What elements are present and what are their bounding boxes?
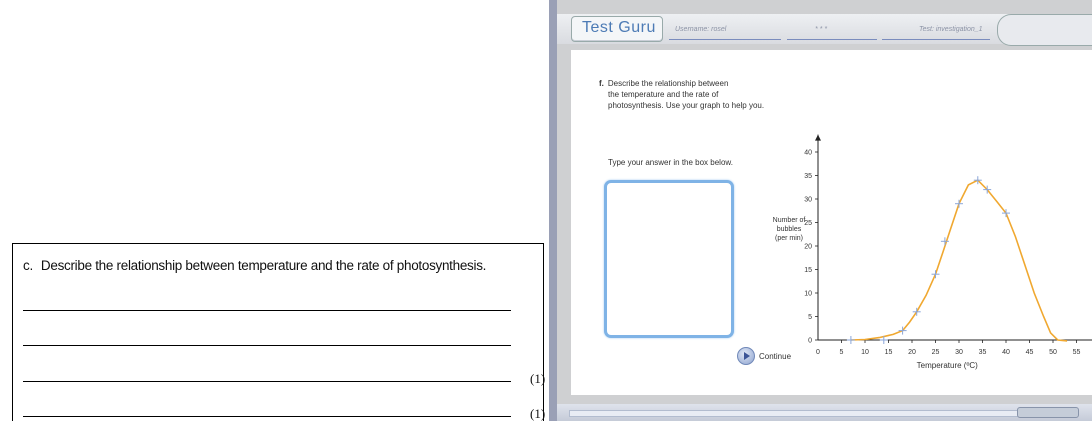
x-tick-label: 10 [861, 349, 869, 356]
username-underline [669, 39, 781, 40]
y-tick-label: 25 [804, 220, 812, 227]
header-underline [787, 39, 877, 40]
scrollbar-thumb[interactable] [1017, 407, 1079, 418]
answer-line [23, 381, 511, 382]
worksheet-question: c. Describe the relationship between temp… [23, 258, 486, 273]
y-axis-arrow [815, 134, 821, 141]
y-axis-label: Number of bubbles (per min) [773, 217, 806, 242]
y-tick-label: 35 [804, 173, 812, 180]
worksheet-question-box: c. Describe the relationship between temp… [12, 243, 546, 421]
test-guru-window: Test Guru Username: rosel * * * Test: in… [549, 0, 1092, 421]
answer-line [23, 310, 511, 311]
header-control[interactable] [997, 14, 1092, 46]
header-dots: * * * [815, 26, 828, 33]
app-header: Test Guru Username: rosel * * * Test: in… [557, 14, 1092, 46]
x-tick-label: 30 [955, 349, 963, 356]
username-label: Username: rosel [675, 26, 727, 33]
y-tick-label: 0 [808, 338, 812, 345]
horizontal-scrollbar[interactable] [569, 410, 1041, 417]
x-tick-label: 35 [979, 349, 987, 356]
data-point [955, 199, 963, 208]
question-panel: f. Describe the relationship between the … [571, 50, 1092, 395]
x-tick-label: 25 [932, 349, 940, 356]
x-tick-label: 45 [1026, 349, 1034, 356]
y-tick-label: 15 [804, 267, 812, 274]
x-tick-label: 55 [1073, 349, 1081, 356]
answer-line [23, 345, 511, 346]
y-tick-label: 30 [804, 197, 812, 204]
y-axis-label-line: Number of [773, 217, 806, 224]
logo-text: Test Guru [582, 19, 656, 36]
y-tick-label: 20 [804, 244, 812, 251]
test-guru-logo: Test Guru [571, 16, 663, 42]
y-axis-label-line: bubbles [777, 226, 802, 233]
window-edge [549, 0, 557, 421]
test-name-label: Test: investigation_1 [919, 26, 983, 33]
answer-line [23, 416, 511, 417]
x-tick-label: 50 [1049, 349, 1057, 356]
data-point [931, 270, 940, 279]
x-tick-label: 15 [885, 349, 893, 356]
x-tick-label: 5 [840, 349, 844, 356]
y-tick-label: 10 [804, 291, 812, 298]
mark-label: (1) [530, 406, 546, 421]
x-tick-label: 0 [816, 349, 820, 356]
x-tick-label: 20 [908, 349, 916, 356]
worksheet-question-text: Describe the relationship between temper… [40, 258, 487, 273]
x-tick-label: 40 [1002, 349, 1010, 356]
mark-label: (1) [530, 371, 546, 386]
y-tick-label: 5 [808, 314, 812, 321]
worksheet-question-number: c. [23, 258, 33, 273]
data-point [846, 336, 855, 344]
window-footer [557, 404, 1092, 421]
test-name-underline [882, 39, 990, 40]
x-axis-label: Temperature (ºC) [917, 361, 978, 370]
y-axis-label-line: (per min) [775, 235, 803, 242]
temperature-bubbles-chart: Number of bubbles (per min) 0 5 10 15 20 25 30 35… [773, 134, 1092, 370]
y-tick-label: 40 [804, 150, 812, 157]
